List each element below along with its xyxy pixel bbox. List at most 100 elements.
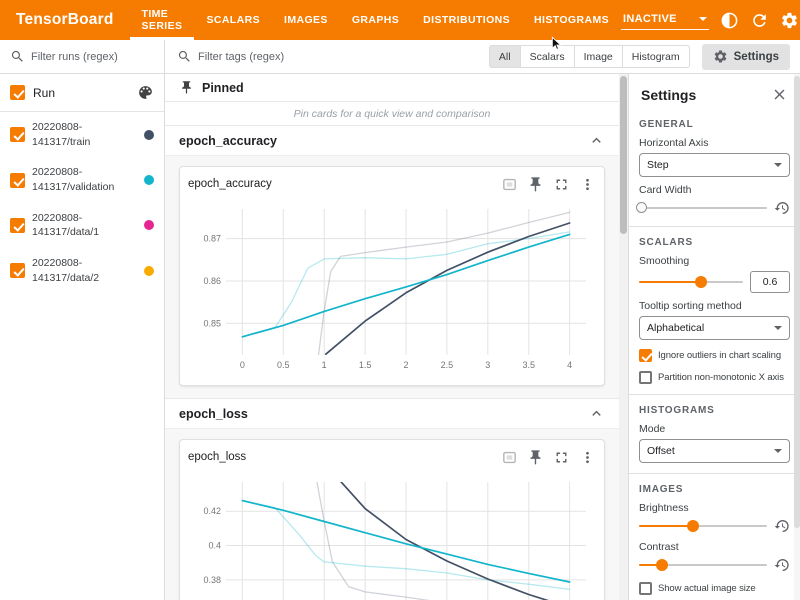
app-title[interactable]: TensorBoard — [16, 11, 114, 29]
show-actual-size-checkbox-row[interactable]: Show actual image size — [639, 582, 790, 595]
tag-filter-histogram[interactable]: Histogram — [622, 45, 690, 68]
scrollbar-thumb[interactable] — [794, 76, 800, 528]
run-row[interactable]: 20220808-141317/data/2 — [0, 248, 164, 293]
slider-thumb[interactable] — [636, 202, 647, 213]
horizontal-axis-value: Step — [647, 159, 669, 171]
filter-runs-input[interactable] — [31, 51, 154, 63]
checkbox-icon[interactable] — [639, 349, 652, 362]
histogram-mode-value: Offset — [647, 445, 675, 457]
tag-filter-all[interactable]: All — [489, 45, 521, 68]
filter-tags-input[interactable] — [198, 51, 477, 63]
run-row[interactable]: 20220808-141317/validation — [0, 157, 164, 202]
nav-tab-graphs[interactable]: GRAPHS — [340, 0, 411, 40]
chevron-up-icon[interactable] — [588, 405, 605, 422]
data-status-dropdown[interactable]: INACTIVE — [621, 11, 709, 30]
chevron-up-icon[interactable] — [588, 132, 605, 149]
run-label: 20220808-141317/validation — [32, 165, 137, 194]
partition-x-label: Partition non-monotonic X axis — [658, 372, 784, 383]
fullscreen-icon[interactable] — [553, 449, 570, 466]
tooltip-sorting-select[interactable]: Alphabetical — [639, 316, 790, 340]
checkbox-icon[interactable] — [639, 582, 652, 595]
more-options-icon[interactable] — [579, 176, 596, 193]
slider-track — [639, 207, 767, 209]
palette-icon[interactable] — [137, 84, 154, 101]
content-area: Run 20220808-141317/train20220808-141317… — [0, 74, 800, 600]
run-row[interactable]: 20220808-141317/data/1 — [0, 203, 164, 248]
settings-panel-body: GENERAL Horizontal Axis Step Card Width … — [629, 119, 800, 595]
svg-text:0.87: 0.87 — [203, 234, 221, 244]
pinned-header: Pinned — [165, 74, 619, 102]
card-width-label: Card Width — [639, 184, 790, 196]
settings-button[interactable]: Settings — [702, 44, 790, 70]
tag-filter-scalars[interactable]: Scalars — [520, 45, 575, 68]
slider-track — [639, 281, 743, 283]
svg-text:2.5: 2.5 — [441, 360, 454, 370]
nav-tab-histograms[interactable]: HISTOGRAMS — [522, 0, 621, 40]
chevron-down-icon — [699, 17, 707, 21]
ignore-outliers-checkbox-row[interactable]: Ignore outliers in chart scaling — [639, 349, 790, 362]
run-label: 20220808-141317/data/2 — [32, 256, 137, 285]
svg-text:0.86: 0.86 — [203, 276, 221, 286]
run-checkbox[interactable] — [10, 173, 25, 188]
run-checkbox[interactable] — [10, 218, 25, 233]
more-options-icon[interactable] — [579, 449, 596, 466]
smoothing-input[interactable] — [750, 271, 790, 293]
close-icon[interactable] — [771, 86, 788, 103]
line-chart-epoch_accuracy[interactable]: 00.511.522.533.540.850.860.87 — [188, 199, 596, 377]
settings-section-scalars: SCALARS — [639, 237, 790, 248]
section-title: epoch_accuracy — [179, 134, 277, 148]
scrollbar-thumb[interactable] — [620, 76, 627, 234]
card-width-row — [639, 200, 790, 216]
histogram-mode-select[interactable]: Offset — [639, 439, 790, 463]
gear-icon — [713, 49, 728, 64]
contrast-slider[interactable] — [639, 557, 767, 573]
run-color-dot — [144, 130, 154, 140]
settings-section-images: IMAGES — [639, 484, 790, 495]
tensorboard-app: TensorBoard TIME SERIESSCALARSIMAGESGRAP… — [0, 0, 800, 600]
card-header: epoch_accuracy — [188, 169, 596, 199]
search-icon — [10, 49, 25, 64]
select-all-runs-checkbox[interactable] — [10, 85, 25, 100]
run-checkbox[interactable] — [10, 127, 25, 142]
filter-tags-box — [165, 49, 489, 64]
divider — [629, 394, 800, 395]
horizontal-axis-select[interactable]: Step — [639, 153, 790, 177]
tag-filter-image[interactable]: Image — [574, 45, 623, 68]
main-scrollbar[interactable] — [619, 74, 628, 600]
scalar-card: epoch_loss00.511.522.533.540.360.380.40.… — [179, 439, 605, 600]
brightness-row — [639, 518, 790, 534]
slider-thumb[interactable] — [687, 520, 699, 532]
smoothing-slider[interactable] — [639, 274, 743, 290]
partition-x-checkbox-row[interactable]: Partition non-monotonic X axis — [639, 371, 790, 384]
settings-panel: Settings GENERAL Horizontal Axis Step Ca… — [628, 74, 800, 600]
fullscreen-icon[interactable] — [553, 176, 570, 193]
fit-domain-icon[interactable] — [501, 449, 518, 466]
fit-domain-icon[interactable] — [501, 176, 518, 193]
card-header: epoch_loss — [188, 442, 596, 472]
settings-scrollbar[interactable] — [794, 74, 800, 600]
nav-tab-time-series[interactable]: TIME SERIES — [130, 0, 195, 40]
reset-icon[interactable] — [774, 200, 790, 216]
card-title: epoch_accuracy — [188, 178, 492, 190]
line-chart-epoch_loss[interactable]: 00.511.522.533.540.360.380.40.42 — [188, 472, 596, 600]
brightness-slider[interactable] — [639, 518, 767, 534]
run-label: 20220808-141317/data/1 — [32, 211, 137, 240]
card-width-slider[interactable] — [639, 200, 767, 216]
checkbox-icon[interactable] — [639, 371, 652, 384]
nav-tab-scalars[interactable]: SCALARS — [194, 0, 272, 40]
theme-toggle-icon[interactable] — [720, 11, 739, 30]
nav-tab-distributions[interactable]: DISTRIBUTIONS — [411, 0, 522, 40]
reset-icon[interactable] — [774, 518, 790, 534]
pin-icon[interactable] — [527, 449, 544, 466]
slider-thumb[interactable] — [656, 559, 668, 571]
pin-icon[interactable] — [527, 176, 544, 193]
nav-tab-images[interactable]: IMAGES — [272, 0, 340, 40]
settings-panel-header: Settings — [629, 74, 800, 109]
run-row[interactable]: 20220808-141317/train — [0, 112, 164, 157]
refresh-icon[interactable] — [750, 11, 769, 30]
run-checkbox[interactable] — [10, 263, 25, 278]
reset-icon[interactable] — [774, 557, 790, 573]
gear-icon[interactable] — [780, 11, 799, 30]
slider-thumb[interactable] — [695, 276, 707, 288]
smoothing-row — [639, 271, 790, 293]
